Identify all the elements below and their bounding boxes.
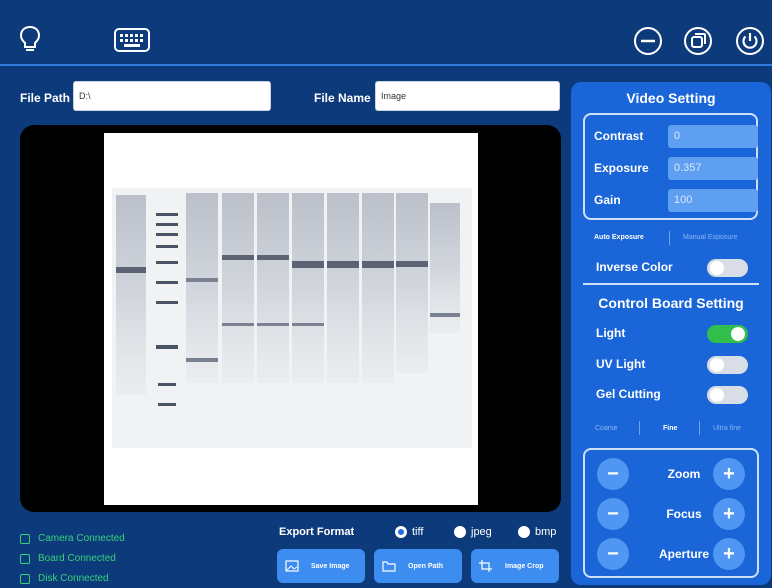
uv-light-toggle[interactable]: [707, 356, 748, 374]
section-divider: [583, 283, 759, 285]
inverse-color-toggle[interactable]: [707, 259, 748, 277]
speed-separator: [639, 421, 640, 435]
save-image-label: Save Image: [311, 562, 350, 570]
title-bar: [0, 0, 772, 66]
control-board-title: Control Board Setting: [598, 295, 744, 311]
disk-icon: [20, 573, 30, 584]
toggle-knob: [731, 327, 745, 341]
focus-plus-button[interactable]: +: [713, 498, 745, 530]
radio-bmp-dot[interactable]: [518, 526, 530, 538]
board-icon: [20, 553, 30, 564]
crop-icon: [479, 560, 492, 572]
board-status: Board Connected: [20, 553, 116, 564]
uv-light-label: UV Light: [596, 357, 646, 371]
lightbulb-icon[interactable]: [18, 24, 42, 54]
camera-status-text: Camera Connected: [38, 533, 125, 544]
file-name-input[interactable]: Image: [375, 81, 560, 111]
image-crop-button[interactable]: Image Crop: [471, 549, 559, 583]
light-toggle[interactable]: [707, 325, 748, 343]
radio-bmp-label: bmp: [535, 526, 557, 538]
auto-exposure-tab[interactable]: Auto Exposure: [594, 234, 644, 241]
contrast-input[interactable]: 0: [668, 125, 758, 148]
camera-status: Camera Connected: [20, 533, 125, 544]
save-image-button[interactable]: Save Image: [277, 549, 365, 583]
toggle-knob: [710, 358, 724, 372]
zoom-plus-button[interactable]: +: [713, 458, 745, 490]
mode-separator: [669, 231, 670, 245]
gain-input[interactable]: 100: [668, 189, 758, 212]
exposure-label: Exposure: [594, 161, 649, 175]
settings-panel: Video Setting Contrast 0 Exposure 0.357 …: [571, 82, 771, 585]
restore-icon[interactable]: [683, 26, 713, 56]
manual-exposure-tab[interactable]: Manual Exposure: [683, 234, 737, 241]
open-path-label: Open Path: [408, 562, 444, 570]
board-status-text: Board Connected: [38, 553, 116, 564]
focus-label: Focus: [666, 507, 702, 521]
aperture-minus-button[interactable]: −: [597, 538, 629, 570]
camera-icon: [20, 533, 30, 544]
speed-separator: [699, 421, 700, 435]
video-setting-title: Video Setting: [626, 90, 716, 106]
disk-status: Disk Connected: [20, 573, 109, 584]
radio-jpeg-label: jpeg: [471, 526, 492, 538]
image-icon: [285, 560, 299, 572]
gel-cutting-toggle[interactable]: [707, 386, 748, 404]
file-path-input[interactable]: D:\: [73, 81, 271, 111]
radio-jpeg[interactable]: jpeg: [454, 526, 492, 538]
zoom-minus-button[interactable]: −: [597, 458, 629, 490]
radio-jpeg-dot[interactable]: [454, 526, 466, 538]
gel-cutting-label: Gel Cutting: [596, 387, 661, 401]
file-path-label: File Path: [20, 91, 71, 105]
speed-coarse-tab[interactable]: Coarse: [595, 425, 618, 432]
light-label: Light: [596, 326, 626, 340]
contrast-label: Contrast: [594, 129, 644, 143]
aperture-label: Aperture: [658, 547, 709, 561]
export-format-label: Export Format: [279, 526, 355, 538]
radio-tiff[interactable]: tiff: [395, 526, 423, 538]
toggle-knob: [710, 388, 724, 402]
aperture-plus-button[interactable]: +: [713, 538, 745, 570]
speed-fine-tab[interactable]: Fine: [663, 425, 677, 432]
minimize-icon[interactable]: [633, 26, 663, 56]
lens-control-box: − Zoom + − Focus + − Aperture +: [583, 448, 759, 578]
video-params-box: Contrast 0 Exposure 0.357 Gain 100: [583, 113, 758, 220]
file-name-label: File Name: [314, 91, 371, 105]
speed-ultra-fine-tab[interactable]: Ultra fine: [713, 425, 741, 432]
gain-label: Gain: [594, 193, 621, 207]
zoom-label: Zoom: [667, 467, 701, 481]
folder-icon: [382, 561, 396, 572]
radio-bmp[interactable]: bmp: [518, 526, 556, 538]
exposure-input[interactable]: 0.357: [668, 157, 758, 180]
gel-image: [104, 133, 478, 505]
image-crop-label: Image Crop: [505, 562, 544, 570]
keyboard-icon[interactable]: [114, 28, 150, 52]
radio-tiff-dot[interactable]: [395, 526, 407, 538]
disk-status-text: Disk Connected: [38, 573, 109, 584]
toggle-knob: [710, 261, 724, 275]
open-path-button[interactable]: Open Path: [374, 549, 462, 583]
radio-tiff-label: tiff: [412, 526, 424, 538]
inverse-color-label: Inverse Color: [596, 260, 673, 274]
focus-minus-button[interactable]: −: [597, 498, 629, 530]
power-icon[interactable]: [735, 26, 765, 56]
